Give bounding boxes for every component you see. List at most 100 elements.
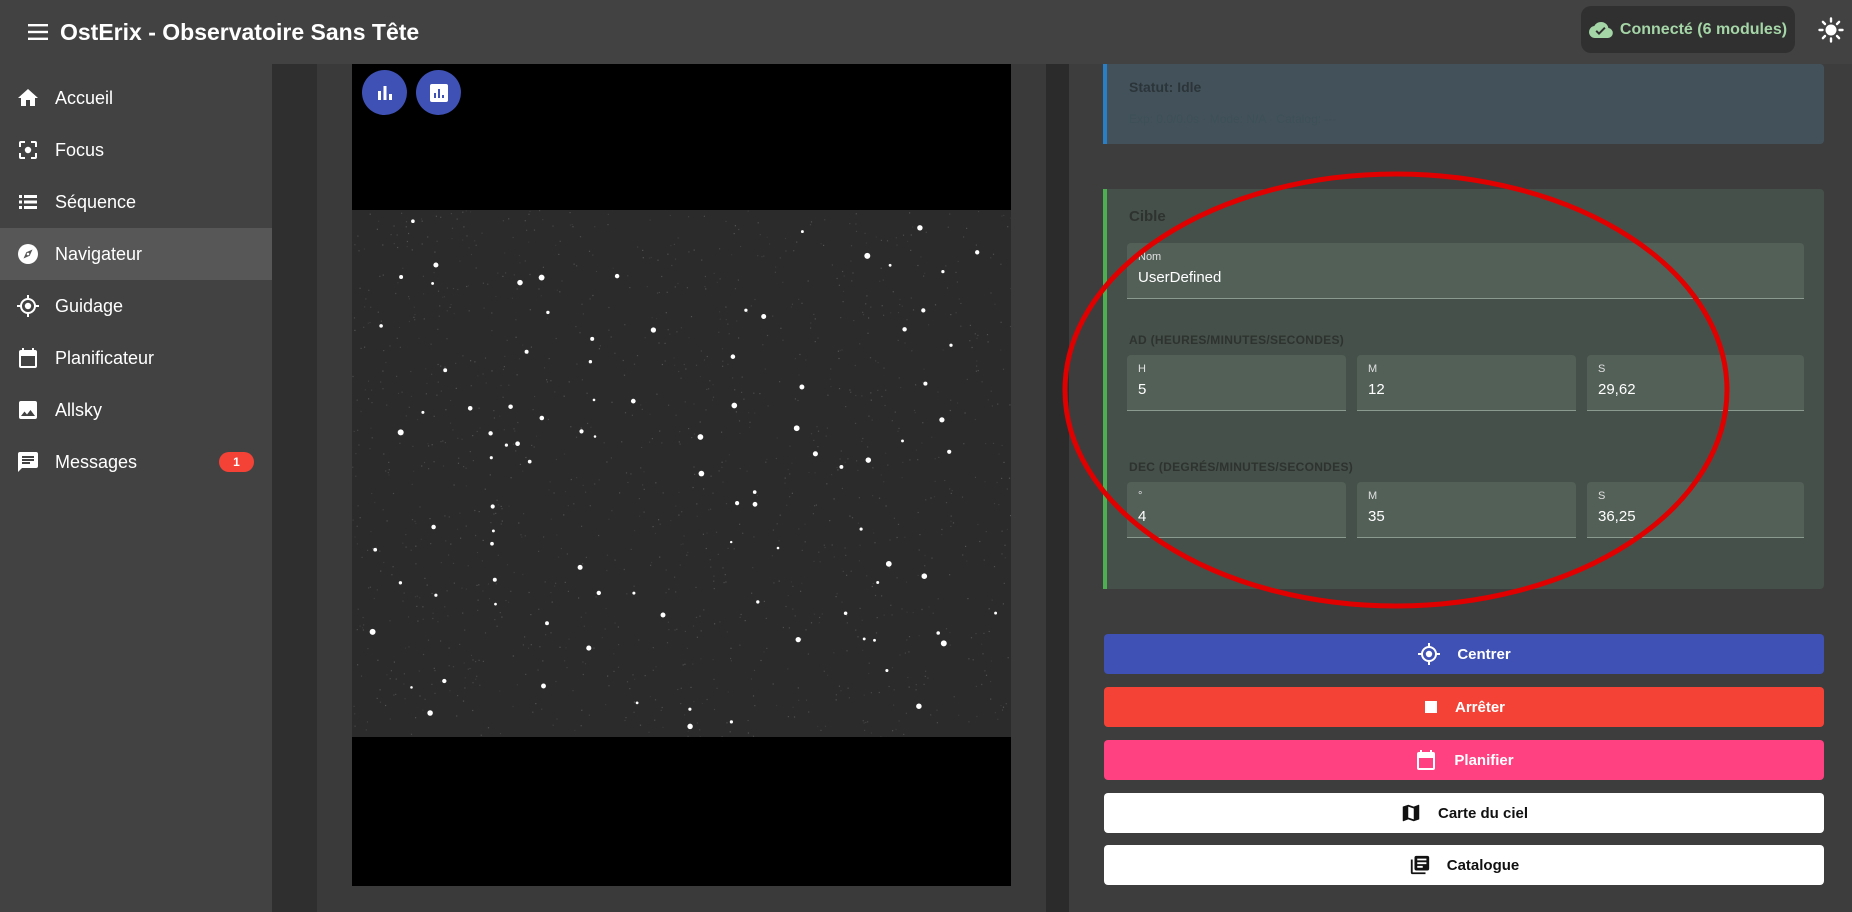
noise-pixel <box>426 382 428 385</box>
noise-pixel <box>1007 226 1009 228</box>
noise-pixel <box>764 368 766 370</box>
sidebar-item-accueil[interactable]: Accueil <box>0 72 272 124</box>
target-name-field[interactable]: Nom UserDefined <box>1127 243 1804 299</box>
noise-pixel <box>401 212 403 214</box>
noise-pixel <box>452 562 455 564</box>
noise-pixel <box>753 392 755 394</box>
noise-pixel <box>488 598 491 600</box>
noise-pixel <box>376 697 378 699</box>
noise-pixel <box>793 716 796 718</box>
noise-pixel <box>877 389 879 391</box>
noise-pixel <box>390 670 392 672</box>
noise-pixel <box>414 319 416 321</box>
noise-pixel <box>869 357 872 359</box>
histogram-button[interactable] <box>362 70 407 115</box>
star-field-image[interactable] <box>352 210 1012 738</box>
noise-pixel <box>947 226 949 228</box>
noise-pixel <box>640 404 642 406</box>
noise-pixel <box>434 670 436 672</box>
catalog-button[interactable]: Catalogue <box>1104 845 1824 885</box>
noise-pixel <box>391 574 393 576</box>
noise-pixel <box>405 534 407 536</box>
ra-minutes-field[interactable]: M 12 <box>1357 355 1576 411</box>
noise-pixel <box>357 235 359 237</box>
sidebar-item-focus[interactable]: Focus <box>0 124 272 176</box>
noise-pixel <box>548 358 550 360</box>
noise-pixel <box>1001 709 1004 711</box>
noise-pixel <box>472 682 474 684</box>
noise-pixel <box>570 478 572 481</box>
noise-pixel <box>514 430 516 432</box>
noise-pixel <box>827 674 829 676</box>
status-detail: Exp: 0.0/0.0s · Mode: N/A · Catalog: --- <box>1129 112 1337 126</box>
noise-pixel <box>405 415 407 417</box>
noise-pixel <box>730 647 732 649</box>
noise-pixel <box>713 575 715 577</box>
sky-map-button[interactable]: Carte du ciel <box>1104 793 1824 833</box>
menu-icon[interactable] <box>26 20 50 44</box>
noise-pixel <box>885 505 887 507</box>
schedule-button[interactable]: Planifier <box>1104 740 1824 780</box>
noise-pixel <box>785 250 787 252</box>
noise-pixel <box>457 462 460 464</box>
noise-pixel <box>923 275 925 277</box>
noise-pixel <box>958 714 960 716</box>
sidebar-item-allsky[interactable]: Allsky <box>0 384 272 436</box>
noise-pixel <box>910 234 912 236</box>
noise-pixel <box>423 318 425 320</box>
image-viewer[interactable] <box>352 64 1012 886</box>
noise-pixel <box>475 534 477 537</box>
dec-seconds-field[interactable]: S 36,25 <box>1587 482 1804 538</box>
noise-pixel <box>357 429 359 431</box>
noise-pixel <box>548 489 550 491</box>
noise-pixel <box>606 569 608 572</box>
noise-pixel <box>739 432 741 434</box>
brightness-icon[interactable] <box>1818 17 1844 43</box>
stop-button[interactable]: Arrêter <box>1104 687 1824 727</box>
noise-pixel <box>585 491 587 493</box>
ra-hours-field[interactable]: H 5 <box>1127 355 1346 411</box>
noise-pixel <box>810 622 813 624</box>
noise-pixel <box>530 346 532 348</box>
center-button[interactable]: Centrer <box>1104 634 1824 674</box>
sidebar-item-planificateur[interactable]: Planificateur <box>0 332 272 384</box>
noise-pixel <box>526 229 528 231</box>
noise-pixel <box>950 314 952 316</box>
noise-pixel <box>482 539 484 541</box>
noise-pixel <box>437 290 440 292</box>
crosshair-icon <box>17 295 39 317</box>
noise-pixel <box>836 593 838 595</box>
sidebar-item-navigateur[interactable]: Navigateur <box>0 228 272 280</box>
noise-pixel <box>684 630 686 632</box>
connection-status-chip[interactable]: Connecté (6 modules) <box>1581 6 1795 53</box>
noise-pixel <box>699 729 701 731</box>
noise-pixel <box>402 267 404 269</box>
noise-pixel <box>440 216 442 218</box>
statistics-button[interactable] <box>416 70 461 115</box>
noise-pixel <box>355 453 357 455</box>
noise-pixel <box>521 536 523 538</box>
noise-pixel <box>867 332 869 334</box>
field-label: ° <box>1138 490 1143 502</box>
ra-seconds-field[interactable]: S 29,62 <box>1587 355 1804 411</box>
noise-pixel <box>801 302 803 304</box>
noise-pixel <box>481 560 483 562</box>
noise-pixel <box>835 699 837 701</box>
noise-pixel <box>433 272 435 274</box>
noise-pixel <box>925 231 927 233</box>
noise-pixel <box>386 520 388 522</box>
noise-pixel <box>646 286 648 288</box>
sidebar-item-sequence[interactable]: Séquence <box>0 176 272 228</box>
noise-pixel <box>968 721 970 723</box>
sidebar-item-guidage[interactable]: Guidage <box>0 280 272 332</box>
dec-degrees-field[interactable]: ° 4 <box>1127 482 1346 538</box>
noise-pixel <box>927 677 929 679</box>
dec-minutes-field[interactable]: M 35 <box>1357 482 1576 538</box>
noise-pixel <box>858 497 860 499</box>
noise-pixel <box>864 232 866 234</box>
noise-pixel <box>470 385 472 387</box>
noise-pixel <box>476 584 478 586</box>
sidebar-item-messages[interactable]: Messages 1 <box>0 436 272 488</box>
noise-pixel <box>656 393 658 395</box>
noise-pixel <box>605 704 607 706</box>
